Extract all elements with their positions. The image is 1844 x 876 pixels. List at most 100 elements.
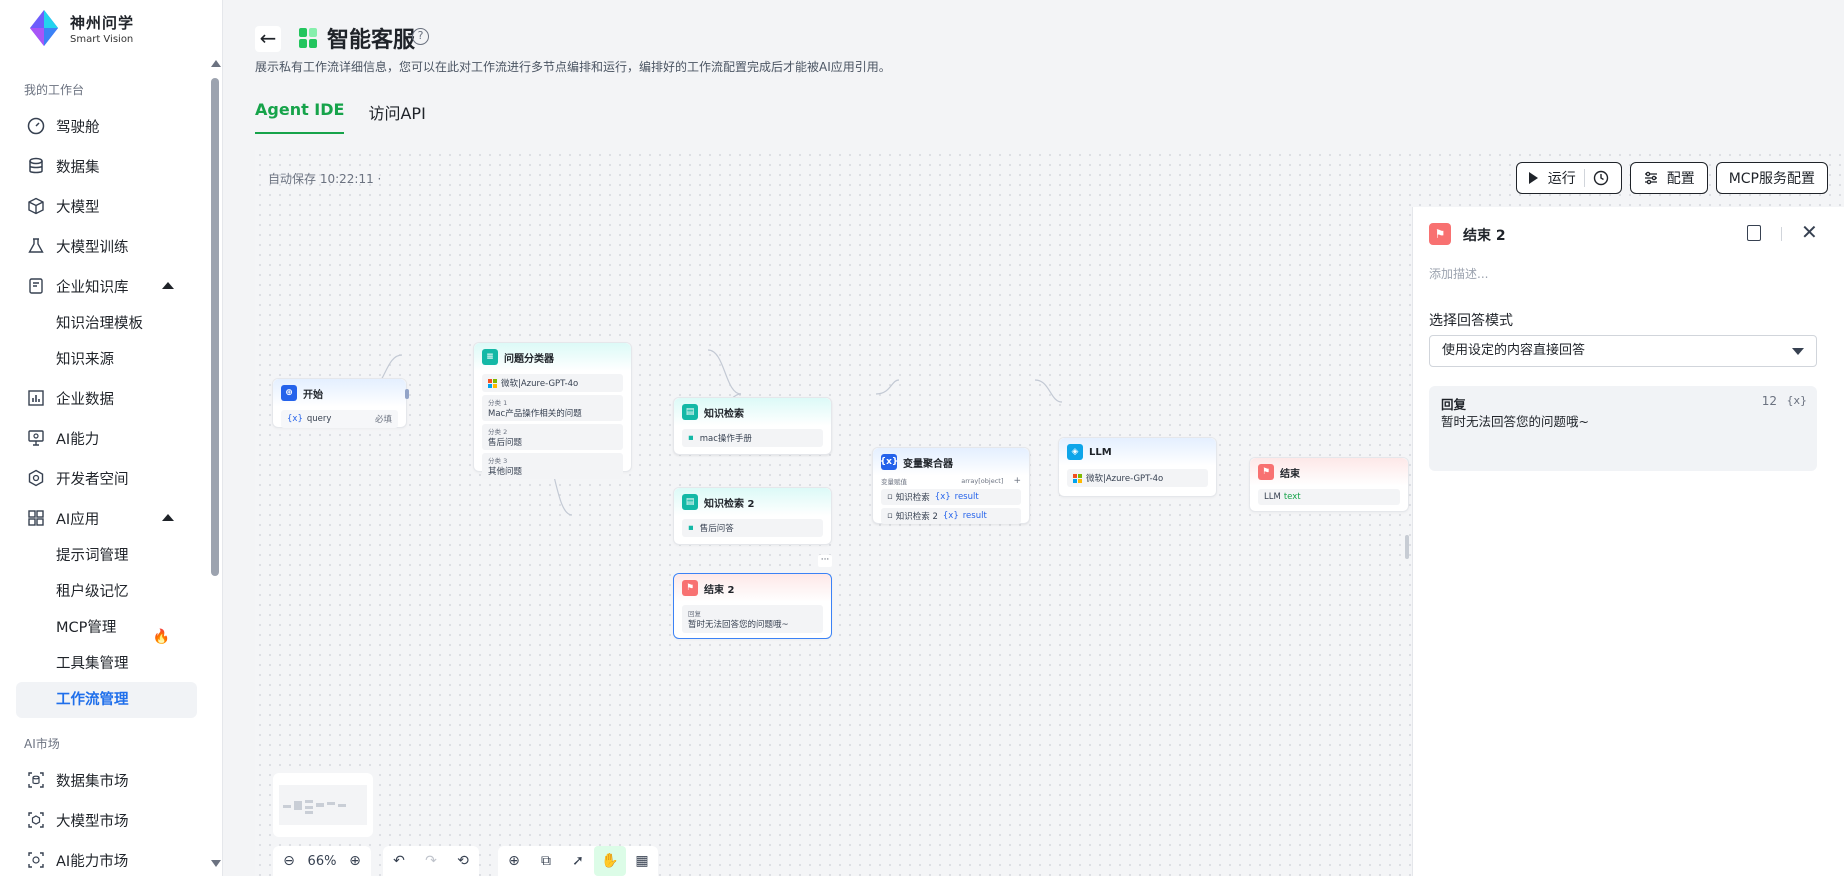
sidebar-item-label: 大模型 (56, 199, 100, 216)
back-arrow-icon[interactable]: ← (255, 26, 281, 52)
sidebar-item-ai-market[interactable]: AI能力市场 (0, 840, 210, 876)
dataset-market-icon (26, 770, 46, 790)
sidebar-nav: 我的工作台 驾驶舱 数据集 大模型 大模型训练 企业知识库 知识治理模板 知识来… (0, 78, 210, 876)
sidebar-scrollbar[interactable] (209, 60, 221, 870)
sidebar-item-tenant-memory[interactable]: 租户级记忆 (0, 574, 210, 610)
pointer-icon[interactable]: ➚ (562, 846, 594, 876)
reply-editor[interactable]: 回复 12 {x} 暂时无法回答您的问题哦~ (1429, 386, 1817, 471)
help-icon[interactable]: ? (412, 28, 429, 45)
logo-icon (30, 10, 58, 46)
page-title: 智能客服 (327, 28, 416, 53)
node-end-2[interactable]: ⚑ 结束 2 回复 暂时无法回答您的问题哦~ (673, 573, 832, 639)
node-llm[interactable]: ◈ LLM 微软|Azure-GPT-4o (1058, 437, 1217, 497)
cube-icon (26, 196, 46, 216)
chevron-up-icon[interactable] (162, 282, 174, 289)
end-node-icon: ⚑ (682, 580, 698, 596)
minimap-viewport[interactable] (279, 785, 367, 825)
model-name: 微软|Azure-GPT-4o (1086, 474, 1164, 484)
sidebar-item-enterprise-data[interactable]: 企业数据 (0, 378, 210, 418)
config-button-label: 配置 (1666, 171, 1695, 187)
node-classifier[interactable]: ≡ 问题分类器 微软|Azure-GPT-4o 分类 1 Mac产品操作相关的问… (473, 342, 632, 479)
chevron-up-icon[interactable] (162, 514, 174, 521)
hand-icon[interactable]: ✋ (594, 846, 626, 876)
tab-access-api[interactable]: 访问API (368, 100, 425, 134)
sidebar-item-label: 驾驶舱 (56, 119, 100, 136)
sidebar-item-model-market[interactable]: 大模型市场 (0, 800, 210, 840)
description-input[interactable]: 添加描述... (1429, 265, 1488, 282)
reply-text[interactable]: 暂时无法回答您的问题哦~ (1441, 411, 1589, 430)
aggregator-row: ▫ 知识检索 {x} result (881, 489, 1021, 505)
sidebar-item-workflows[interactable]: 工作流管理 (16, 682, 197, 718)
sidebar-item-dataset[interactable]: 数据集 (0, 146, 210, 186)
undo-icon[interactable]: ↶ (383, 846, 415, 876)
sidebar-item-knowledge[interactable]: 企业知识库 (0, 266, 210, 306)
answer-mode-select[interactable]: 使用设定的内容直接回答 (1429, 335, 1817, 367)
play-icon (1528, 172, 1538, 184)
aggregator-col: 变量赋值 (881, 478, 907, 486)
mcp-config-button[interactable]: MCP服务配置 (1715, 162, 1828, 194)
tab-agent-ide[interactable]: Agent IDE (255, 100, 345, 134)
knowledge-item: 售后问答 (699, 524, 734, 534)
node-knowledge-search-1[interactable]: ▤ 知识检索 ▪ mac操作手册 (673, 397, 832, 455)
sidebar-item-ai-apps[interactable]: AI应用 (0, 498, 210, 538)
book-icon: ▪ (688, 523, 694, 533)
scroll-up-arrow-icon[interactable] (211, 60, 221, 67)
sidebar-item-training[interactable]: 大模型训练 (0, 226, 210, 266)
auto-layout-icon[interactable]: ▦ (626, 846, 658, 876)
node-variable-aggregator[interactable]: {x} 变量聚合器 变量赋值 array[object] + ▫ 知识检索 {x… (872, 447, 1030, 524)
history-icon[interactable]: ⟲ (447, 846, 479, 876)
sidebar-item-developer[interactable]: 开发者空间 (0, 458, 210, 498)
document-icon[interactable] (1747, 225, 1761, 241)
book-icon: ▪ (688, 433, 694, 443)
node-handle[interactable] (405, 389, 409, 399)
history-toolbar: ↶ ↷ ⟲ (383, 846, 479, 876)
char-count: 12 (1761, 394, 1777, 408)
sidebar-item-toolsets[interactable]: 工具集管理 (0, 646, 210, 682)
nav-group-label: AI市场 (24, 737, 60, 751)
canvas-tools: ⊕ ⧉ ➚ ✋ ▦ (498, 846, 658, 876)
history-run-icon[interactable] (1593, 170, 1609, 186)
sidebar-item-prompts[interactable]: 提示词管理 (0, 538, 210, 574)
model-market-icon (26, 810, 46, 830)
zoom-toolbar: ⊖ 66% ⊕ (273, 846, 371, 876)
panel-resize-handle[interactable] (1405, 535, 1409, 559)
workflow-app-icon (299, 28, 319, 48)
node-detail-panel: ⚑ 结束 2 ✕ 添加描述... 选择回答模式 使用设定的内容直接回答 回复 1… (1412, 207, 1844, 876)
zoom-in-icon[interactable]: ⊕ (339, 846, 371, 876)
knowledge-item-row: ▪ mac操作手册 (682, 429, 823, 447)
scroll-thumb[interactable] (211, 78, 219, 576)
node-knowledge-search-2[interactable]: ▤ 知识检索 2 ▪ 售后问答 (673, 487, 832, 545)
node-start[interactable]: ⊕ 开始 {x} query 必填 (272, 378, 409, 428)
node-more-icon[interactable]: ··· (818, 555, 832, 567)
sidebar-item-dataset-market[interactable]: 数据集市场 (0, 760, 210, 800)
node-end[interactable]: ⚑ 结束 LLM text (1249, 457, 1409, 512)
autosave-status: 自动保存 10:22:11 · (268, 172, 382, 186)
add-icon[interactable]: + (1013, 476, 1021, 486)
sidebar-item-ai-ability[interactable]: AI能力 (0, 418, 210, 458)
add-node-icon[interactable]: ⊕ (498, 846, 530, 876)
config-button[interactable]: 配置 (1629, 162, 1708, 194)
run-button[interactable]: 运行 (1515, 162, 1622, 194)
sidebar-item-mcp[interactable]: MCP管理 🔥 (0, 610, 210, 646)
sidebar-item-knowledge-source[interactable]: 知识来源 (0, 342, 210, 378)
close-icon[interactable]: ✕ (1801, 220, 1818, 244)
sidebar-item-cockpit[interactable]: 驾驶舱 (0, 106, 210, 146)
apps-icon (26, 508, 46, 528)
insert-variable-icon[interactable]: {x} (1786, 394, 1807, 407)
sidebar-item-knowledge-template[interactable]: 知识治理模板 (0, 306, 210, 342)
zoom-out-icon[interactable]: ⊖ (273, 846, 305, 876)
logo[interactable]: 神州问学 Smart Vision (24, 8, 134, 48)
minimap-nodes (283, 800, 346, 814)
sidebar-item-label: 企业数据 (56, 391, 114, 408)
page-subtitle: 展示私有工作流详细信息，您可以在此对工作流进行多节点编排和运行，编排好的工作流配… (255, 60, 891, 74)
add-note-icon[interactable]: ⧉ (530, 846, 562, 876)
redo-icon[interactable]: ↷ (415, 846, 447, 876)
sidebar-item-model[interactable]: 大模型 (0, 186, 210, 226)
microsoft-logo-icon (488, 378, 497, 388)
zoom-level[interactable]: 66% (305, 854, 339, 869)
node-title: 结束 2 (704, 584, 735, 596)
class-row-2: 分类 2 售后问题 (482, 424, 623, 450)
minimap[interactable] (273, 773, 373, 837)
scroll-down-arrow-icon[interactable] (211, 860, 221, 867)
nav-group-label: 我的工作台 (24, 83, 85, 97)
